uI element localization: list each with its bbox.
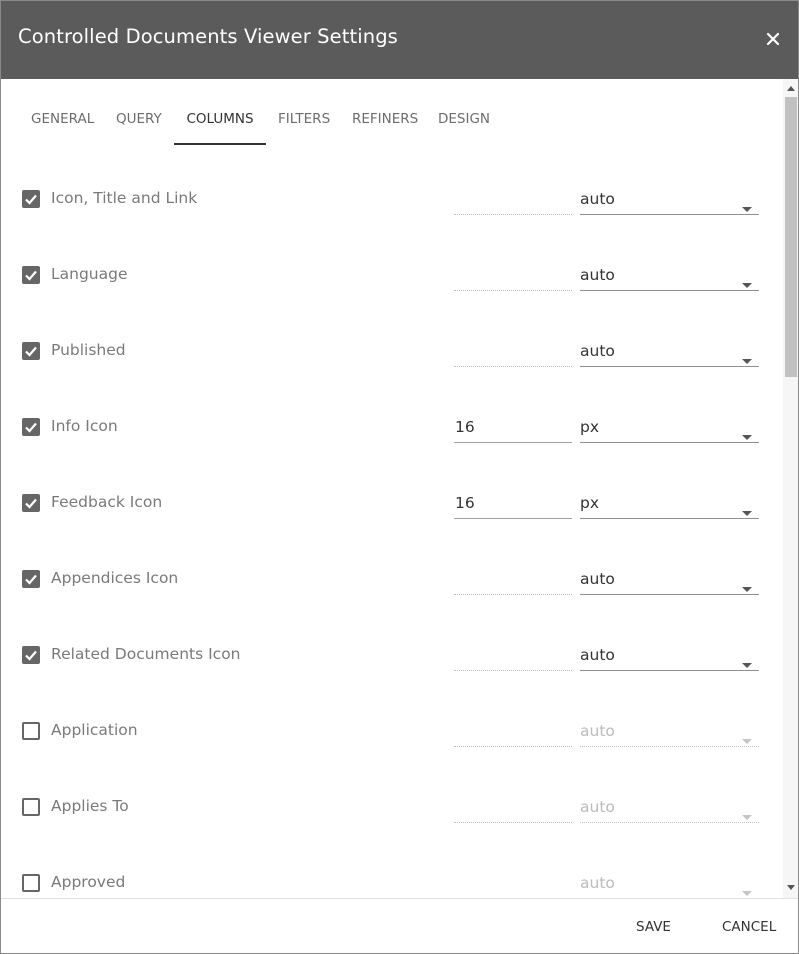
scroll-up-icon[interactable] — [787, 85, 795, 91]
checkbox-checked[interactable] — [22, 190, 40, 208]
tab-refiners[interactable]: REFINERS — [352, 111, 418, 145]
dialog-title: Controlled Documents Viewer Settings — [18, 25, 398, 48]
column-row: Feedback Icon 16 px — [1, 485, 783, 525]
column-unit-select[interactable]: auto — [580, 565, 759, 595]
column-unit-select[interactable]: auto — [580, 869, 759, 897]
column-width-input[interactable] — [454, 793, 572, 823]
columns-list: Icon, Title and Link auto Language auto Publ… — [1, 145, 783, 897]
column-unit-select[interactable]: auto — [580, 793, 759, 823]
dialog-footer: SAVE CANCEL — [1, 898, 798, 953]
dropdown-caret-icon — [742, 882, 752, 897]
column-unit-value: auto — [580, 798, 615, 816]
column-label: Appendices Icon — [51, 569, 179, 587]
column-label: Info Icon — [51, 417, 118, 435]
dropdown-caret-icon — [742, 350, 752, 368]
dialog-header: Controlled Documents Viewer Settings — [1, 1, 798, 79]
column-unit-select[interactable]: px — [580, 413, 759, 443]
checkmark-icon — [25, 270, 37, 281]
vertical-scrollbar[interactable] — [783, 79, 798, 899]
checkmark-icon — [25, 650, 37, 661]
column-unit-value: auto — [580, 646, 615, 664]
settings-dialog: Controlled Documents Viewer Settings GEN… — [0, 0, 799, 954]
column-row: Published auto — [1, 333, 783, 373]
column-unit-value: auto — [580, 874, 615, 892]
checkmark-icon — [25, 498, 37, 509]
checkbox-unchecked[interactable] — [22, 722, 40, 740]
column-width-input[interactable] — [454, 261, 572, 291]
checkbox-checked[interactable] — [22, 418, 40, 436]
column-row: Application auto — [1, 713, 783, 753]
dropdown-caret-icon — [742, 426, 752, 444]
scroll-down-icon[interactable] — [787, 885, 795, 891]
column-row: Appendices Icon auto — [1, 561, 783, 601]
column-label: Feedback Icon — [51, 493, 163, 511]
column-width-input[interactable]: 16 — [454, 489, 572, 519]
dropdown-caret-icon — [742, 578, 752, 596]
checkbox-checked[interactable] — [22, 342, 40, 360]
dropdown-caret-icon — [742, 654, 752, 672]
dropdown-caret-icon — [742, 274, 752, 292]
column-unit-value: auto — [580, 722, 615, 740]
column-unit-value: px — [580, 418, 600, 436]
column-row: Info Icon 16 px — [1, 409, 783, 449]
column-unit-value: auto — [580, 570, 615, 588]
column-unit-value: auto — [580, 342, 615, 360]
dropdown-caret-icon — [742, 198, 752, 216]
tab-design[interactable]: DESIGN — [438, 111, 490, 145]
column-unit-select[interactable]: auto — [580, 185, 759, 215]
checkmark-icon — [25, 194, 37, 205]
checkbox-checked[interactable] — [22, 646, 40, 664]
tab-query[interactable]: QUERY — [116, 111, 162, 145]
column-label: Related Documents Icon — [51, 645, 241, 663]
scrollbar-thumb[interactable] — [785, 97, 797, 377]
column-row: Language auto — [1, 257, 783, 297]
checkbox-checked[interactable] — [22, 494, 40, 512]
dropdown-caret-icon — [742, 730, 752, 748]
column-unit-select[interactable]: auto — [580, 337, 759, 367]
column-unit-select[interactable]: auto — [580, 641, 759, 671]
column-width-input[interactable] — [454, 869, 572, 897]
dropdown-caret-icon — [742, 502, 752, 520]
column-label: Language — [51, 265, 128, 283]
checkmark-icon — [25, 346, 37, 357]
column-unit-select[interactable]: auto — [580, 717, 759, 747]
column-label: Published — [51, 341, 126, 359]
column-row: Approved auto — [1, 865, 783, 897]
column-unit-value: auto — [580, 190, 615, 208]
save-button[interactable]: SAVE — [636, 919, 671, 935]
tab-columns[interactable]: COLUMNS — [174, 111, 266, 145]
column-unit-value: auto — [580, 266, 615, 284]
column-width-input[interactable]: 16 — [454, 413, 572, 443]
tab-bar: GENERAL QUERY COLUMNS FILTERS REFINERS D… — [1, 79, 783, 145]
column-unit-value: px — [580, 494, 600, 512]
checkbox-unchecked[interactable] — [22, 798, 40, 816]
column-row: Applies To auto — [1, 789, 783, 829]
checkmark-icon — [25, 574, 37, 585]
column-width-input[interactable] — [454, 717, 572, 747]
column-width-input[interactable] — [454, 641, 572, 671]
column-unit-select[interactable]: auto — [580, 261, 759, 291]
checkmark-icon — [25, 422, 37, 433]
tab-general[interactable]: GENERAL — [31, 111, 94, 145]
cancel-button[interactable]: CANCEL — [722, 919, 776, 935]
close-icon[interactable] — [761, 27, 785, 51]
column-width-input[interactable] — [454, 565, 572, 595]
checkbox-checked[interactable] — [22, 570, 40, 588]
column-label: Applies To — [51, 797, 129, 815]
dropdown-caret-icon — [742, 806, 752, 824]
column-row: Related Documents Icon auto — [1, 637, 783, 677]
column-width-input[interactable] — [454, 337, 572, 367]
column-width-input[interactable] — [454, 185, 572, 215]
checkbox-checked[interactable] — [22, 266, 40, 284]
column-label: Application — [51, 721, 138, 739]
tab-filters[interactable]: FILTERS — [278, 111, 330, 145]
column-unit-select[interactable]: px — [580, 489, 759, 519]
column-label: Icon, Title and Link — [51, 189, 198, 207]
column-row: Icon, Title and Link auto — [1, 181, 783, 221]
checkbox-unchecked[interactable] — [22, 874, 40, 892]
column-label: Approved — [51, 873, 126, 891]
